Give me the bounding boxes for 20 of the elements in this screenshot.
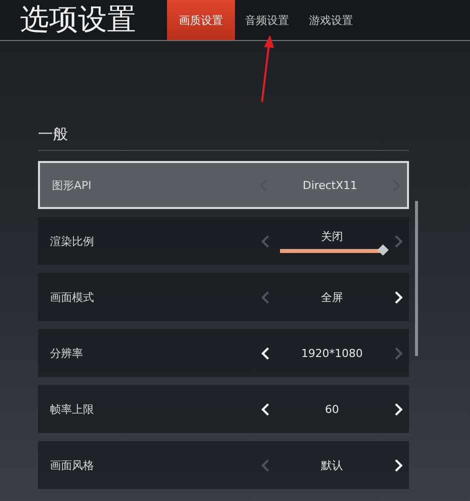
setting-value: DirectX11 bbox=[302, 178, 358, 192]
settings-tab[interactable]: 游戏设置 bbox=[299, 0, 363, 40]
setting-row[interactable]: 渲染比例 关闭 bbox=[38, 217, 409, 265]
setting-value: 1920*1080 bbox=[301, 346, 363, 360]
setting-label: 渲染比例 bbox=[50, 234, 94, 248]
window-title: 选项设置 bbox=[19, 2, 137, 38]
slider-thumb[interactable] bbox=[377, 244, 389, 256]
scrollbar[interactable] bbox=[415, 201, 418, 356]
setting-label: 画面模式 bbox=[50, 290, 94, 304]
setting-value: 全屏 bbox=[321, 290, 343, 304]
setting-label: 画面风格 bbox=[50, 458, 94, 472]
settings-tab[interactable]: 画质设置 bbox=[167, 0, 235, 40]
settings-tab[interactable]: 音频设置 bbox=[235, 0, 299, 40]
setting-value: 默认 bbox=[321, 458, 343, 472]
setting-value: 关闭 bbox=[321, 229, 343, 244]
setting-label: 图形API bbox=[52, 178, 92, 192]
setting-value: 60 bbox=[325, 402, 339, 416]
setting-label: 分辨率 bbox=[50, 346, 83, 360]
section-heading: 一般 bbox=[38, 125, 409, 151]
setting-label: 帧率上限 bbox=[50, 402, 94, 416]
